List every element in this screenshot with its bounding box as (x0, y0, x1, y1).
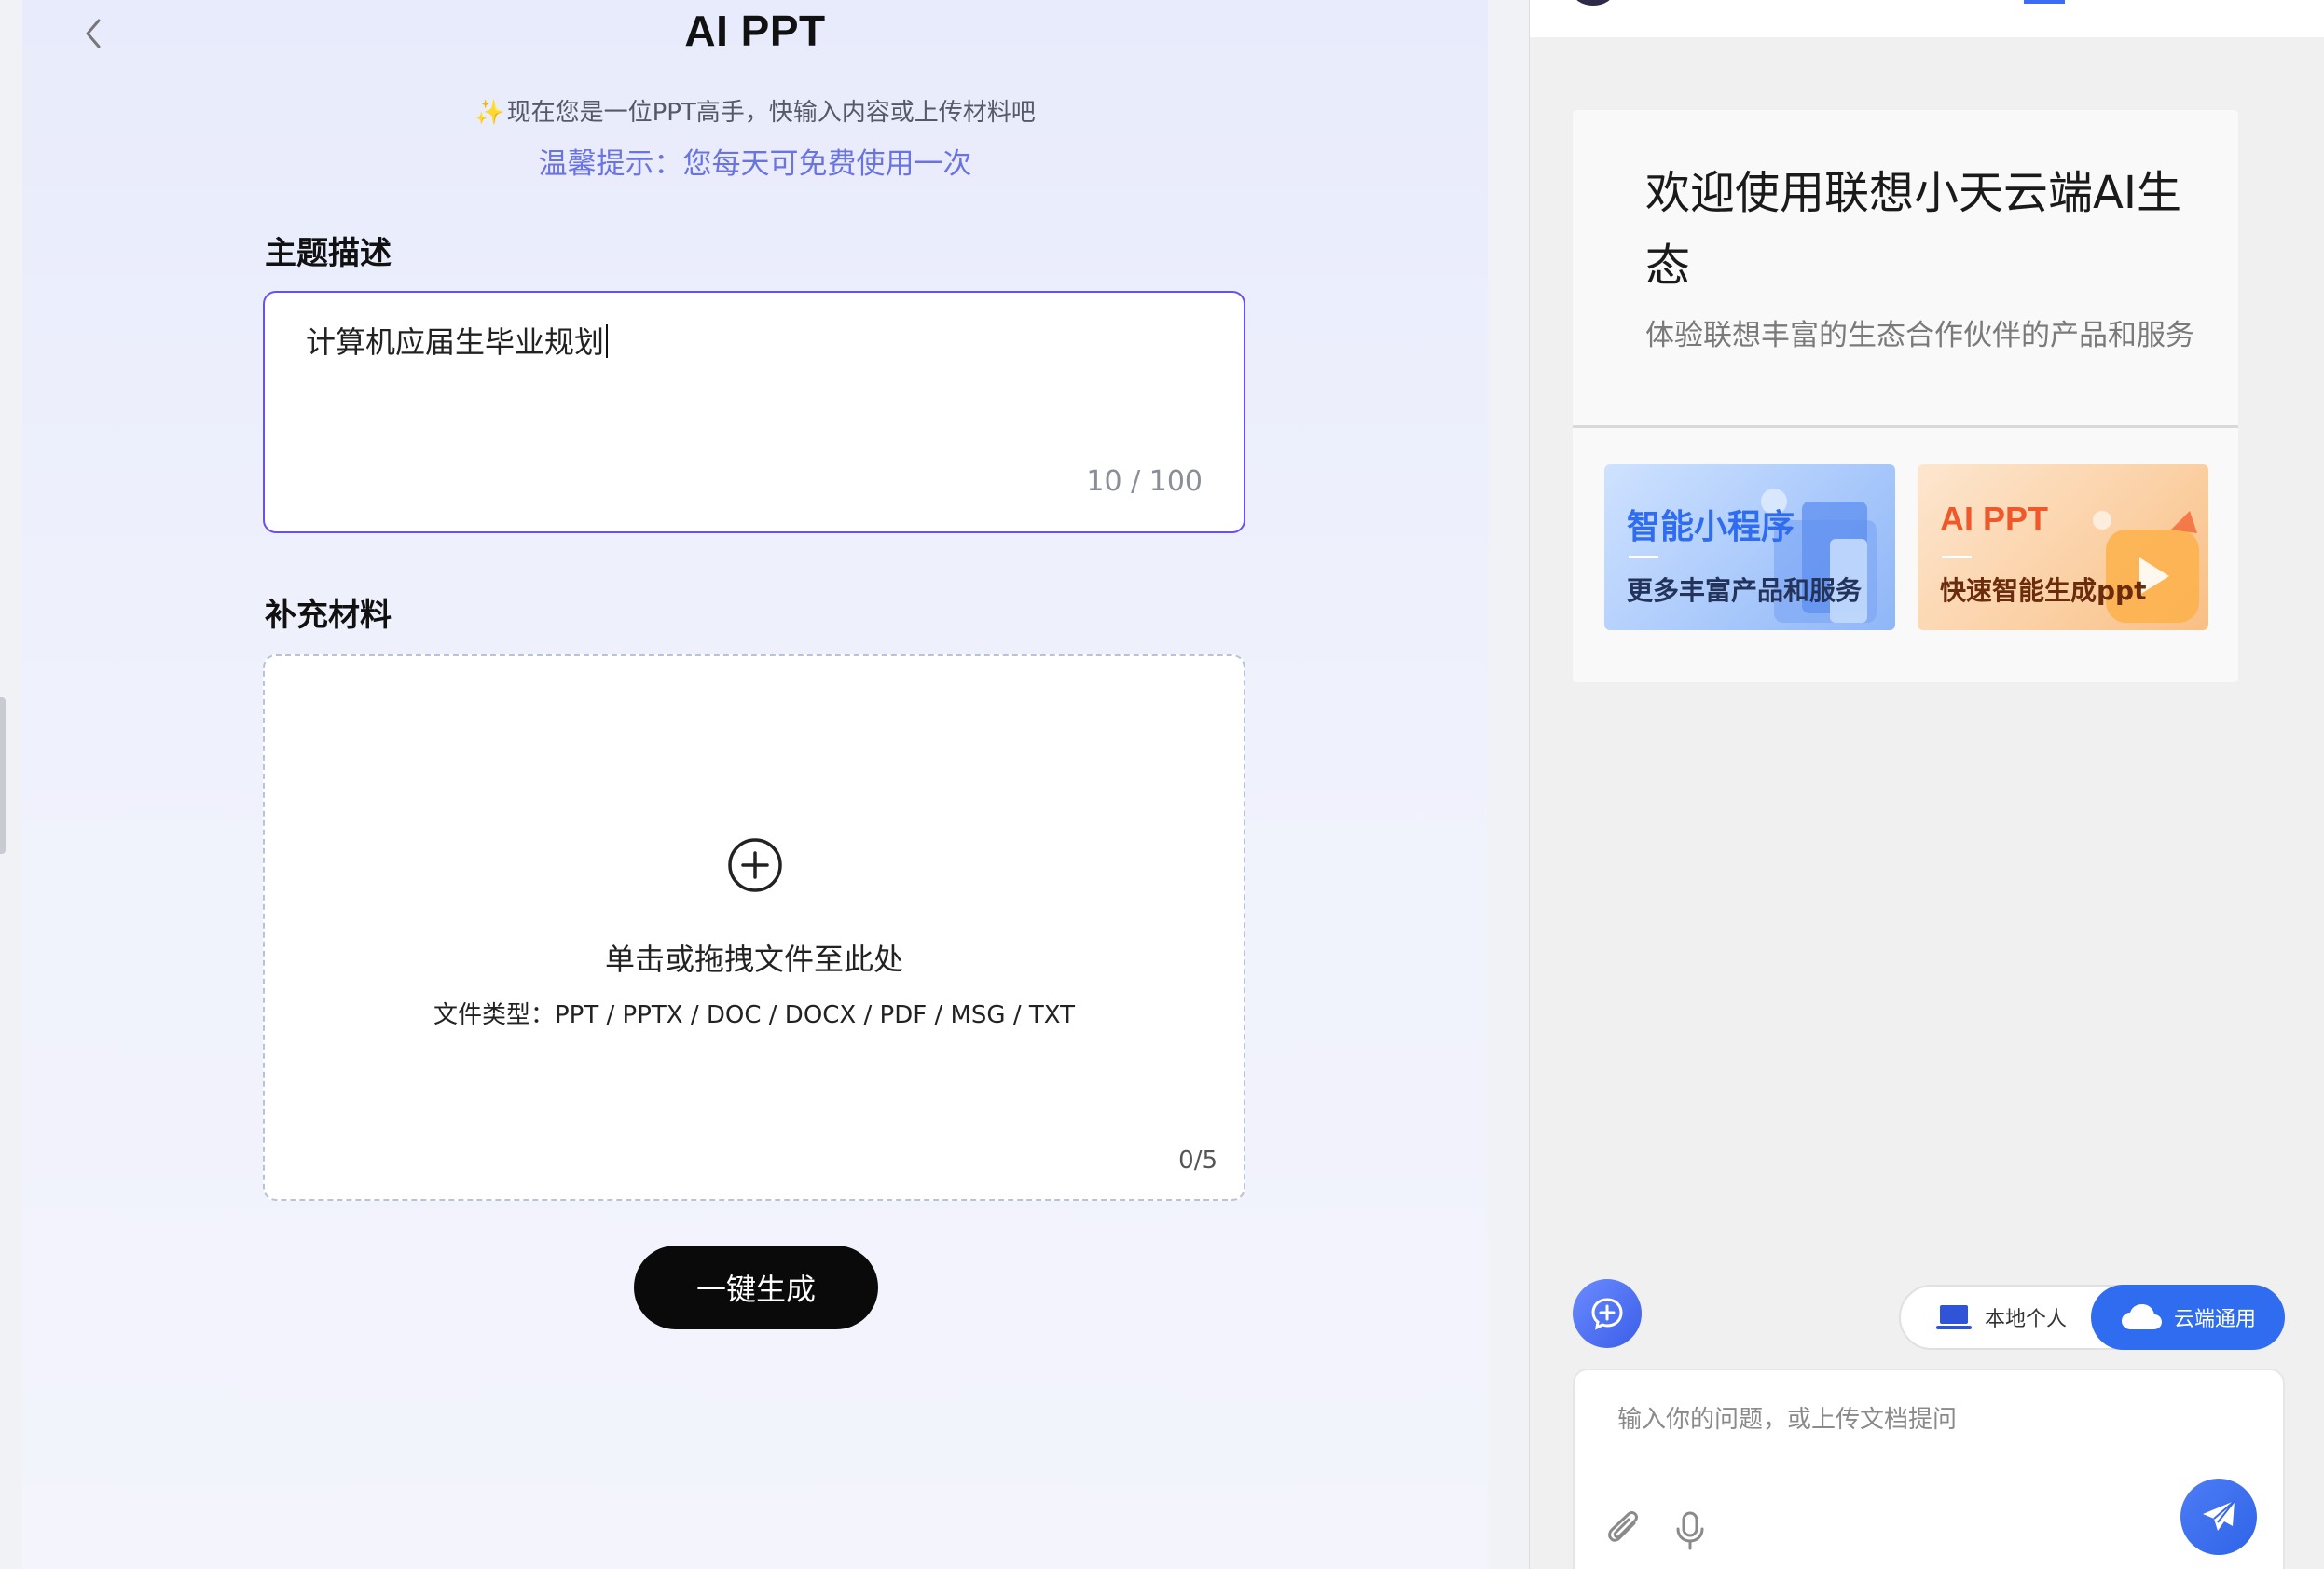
upload-counter: 0/5 (1178, 1147, 1217, 1175)
page-subtitle: ✨现在您是一位PPT高手，快输入内容或上传材料吧 (22, 93, 1488, 128)
card-dash (1629, 556, 1658, 558)
upload-file-types: 文件类型：PPT / PPTX / DOC / DOCX / PDF / MSG… (433, 1001, 1075, 1029)
microphone-icon[interactable] (1671, 1510, 1709, 1551)
paperclip-icon[interactable] (1606, 1510, 1643, 1551)
card-title: AI PPT (1940, 500, 2049, 538)
ai-ppt-card[interactable]: AI PPT 快速智能生成ppt (1918, 464, 2208, 630)
plus-circle-icon (728, 838, 782, 892)
topic-char-counter: 10 / 100 (1086, 465, 1203, 498)
mode-cloud-label: 云端通用 (2173, 1308, 2256, 1331)
avatar[interactable] (1573, 0, 1614, 6)
text-caret (606, 324, 609, 358)
mode-cloud-button[interactable]: 云端通用 (2091, 1285, 2285, 1350)
generate-button[interactable]: 一键生成 (634, 1246, 878, 1329)
mode-local-label: 本地个人 (1985, 1308, 2068, 1331)
welcome-card: 欢迎使用联想小天云端AI生态 体验联想丰富的生态合作伙伴的产品和服务 智能小程序… (1573, 110, 2238, 682)
welcome-title: 欢迎使用联想小天云端AI生态 (1645, 167, 2181, 292)
active-tab-indicator (2024, 0, 2065, 4)
cloud-icon (2121, 1304, 2162, 1329)
ai-ppt-panel: AI PPT ✨现在您是一位PPT高手，快输入内容或上传材料吧 温馨提示：您每天… (22, 0, 1488, 1569)
topic-textarea[interactable]: 计算机应届生毕业规划 10 / 100 (263, 291, 1245, 533)
panel-resize-handle[interactable] (0, 697, 6, 854)
page-title: AI PPT (684, 7, 826, 55)
new-chat-button[interactable] (1573, 1279, 1642, 1348)
topic-input-text[interactable]: 计算机应届生毕业规划 (306, 319, 609, 362)
mode-local-button[interactable]: 本地个人 (1936, 1287, 2067, 1348)
card-dash (1942, 556, 1972, 558)
send-button[interactable] (2180, 1479, 2257, 1555)
chat-input[interactable]: 输入你的问题，或上传文档提问 (1573, 1369, 2285, 1569)
upload-hint: 单击或拖拽文件至此处 (604, 942, 903, 977)
chat-input-placeholder[interactable]: 输入你的问题，或上传文档提问 (1617, 1400, 1957, 1435)
daily-usage-tip: 温馨提示：您每天可免费使用一次 (538, 147, 972, 181)
sparkle-icon: ✨ (474, 99, 505, 127)
divider (1573, 425, 2238, 428)
new-chat-icon (1591, 1298, 1623, 1330)
welcome-description: 体验联想丰富的生态合作伙伴的产品和服务 (1645, 319, 2194, 352)
assistant-topbar (1530, 0, 2324, 37)
mini-program-card[interactable]: 智能小程序 更多丰富产品和服务 (1604, 464, 1895, 630)
card-subtitle: 快速智能生成ppt (1940, 575, 2147, 606)
assistant-panel: 欢迎使用联想小天云端AI生态 体验联想丰富的生态合作伙伴的产品和服务 智能小程序… (1529, 0, 2324, 1569)
laptop-icon (1936, 1305, 1972, 1329)
file-upload-dropzone[interactable]: 单击或拖拽文件至此处 文件类型：PPT / PPTX / DOC / DOCX … (263, 654, 1245, 1201)
left-shell: AI PPT ✨现在您是一位PPT高手，快输入内容或上传材料吧 温馨提示：您每天… (0, 0, 1529, 1569)
mode-switch: 本地个人 云端通用 (1899, 1285, 2285, 1350)
card-title: 智能小程序 (1627, 508, 1795, 546)
subtitle-text: 现在您是一位PPT高手，快输入内容或上传材料吧 (506, 99, 1036, 127)
send-icon (2203, 1500, 2235, 1531)
topic-label: 主题描述 (265, 235, 392, 272)
card-subtitle: 更多丰富产品和服务 (1627, 575, 1863, 606)
materials-label: 补充材料 (265, 597, 392, 634)
